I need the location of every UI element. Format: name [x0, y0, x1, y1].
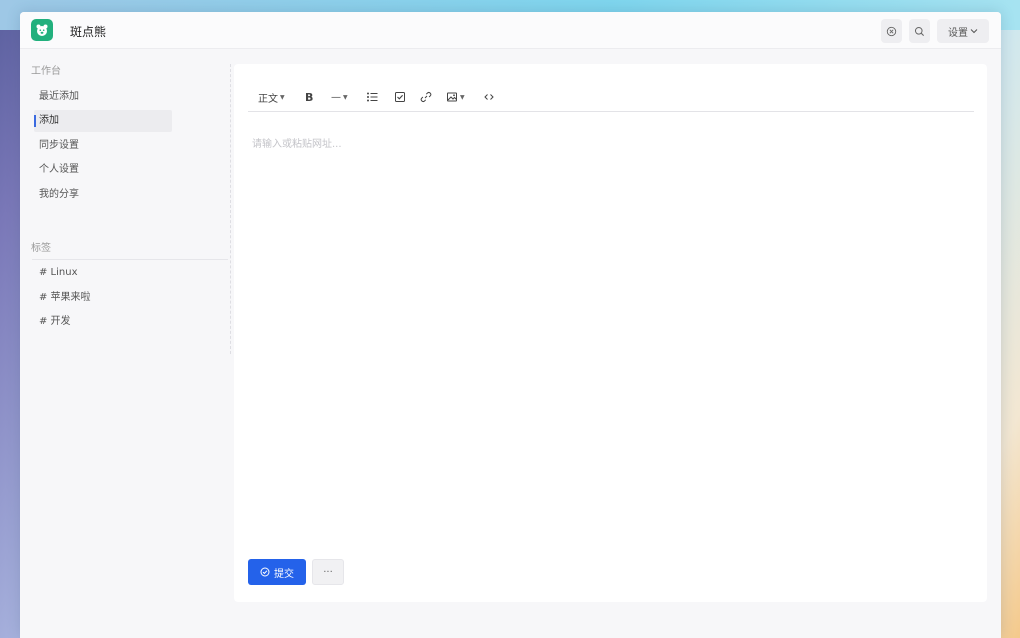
divider-dropdown[interactable]: — ▼ — [331, 87, 348, 107]
settings-label: 设置 — [948, 27, 968, 39]
sidebar-item-add[interactable]: 添加 — [34, 110, 172, 132]
sidebar-item-personal-settings[interactable]: 个人设置 — [34, 159, 172, 181]
paragraph-style-dropdown[interactable]: 正文 ▼ — [258, 87, 285, 107]
submit-label: 提交 — [274, 568, 294, 580]
bullet-list-icon — [367, 92, 378, 102]
sidebar: 工作台 最近添加 添加 同步设置 个人设置 我的分享 标签 # Linux # … — [20, 49, 230, 349]
divider-label: — — [331, 91, 341, 103]
tags-section-title: 标签 — [31, 243, 51, 254]
tag-item-apple[interactable]: # 苹果来啦 — [34, 287, 172, 309]
link-button[interactable] — [420, 87, 432, 107]
editor-panel: 正文 ▼ B — ▼ ▼ 请输入或粘贴网址... 提交 ··· — [234, 64, 987, 602]
search-button[interactable] — [909, 19, 930, 43]
bullet-list-button[interactable] — [366, 87, 378, 107]
url-input-placeholder[interactable]: 请输入或粘贴网址... — [252, 135, 342, 150]
sidebar-separator — [230, 64, 231, 354]
bold-button[interactable]: B — [305, 87, 313, 107]
search-icon — [914, 26, 925, 36]
tag-item-dev[interactable]: # 开发 — [34, 311, 172, 333]
checkbox-icon — [395, 92, 405, 102]
caret-down-icon: ▼ — [343, 93, 348, 101]
caret-down-icon: ▼ — [280, 93, 285, 101]
sidebar-item-my-shares[interactable]: 我的分享 — [34, 184, 172, 206]
close-circle-icon — [886, 26, 897, 36]
checklist-button[interactable] — [394, 87, 406, 107]
editor-toolbar: 正文 ▼ B — ▼ ▼ — [248, 84, 974, 112]
image-dropdown[interactable]: ▼ — [446, 87, 465, 107]
sidebar-item-recent[interactable]: 最近添加 — [34, 86, 172, 108]
caret-down-icon: ▼ — [460, 93, 465, 101]
image-icon — [447, 92, 457, 102]
top-bar: 斑点熊 设置 — [20, 12, 1001, 49]
code-icon — [484, 94, 494, 100]
bear-logo-icon[interactable] — [31, 19, 53, 41]
link-icon — [420, 92, 432, 102]
sidebar-divider — [32, 259, 228, 260]
close-button[interactable] — [881, 19, 902, 43]
paragraph-style-label: 正文 — [258, 93, 278, 105]
app-title: 斑点熊 — [70, 25, 107, 39]
submit-button[interactable]: 提交 — [248, 559, 306, 585]
sidebar-item-sync-settings[interactable]: 同步设置 — [34, 135, 172, 157]
more-options-button[interactable]: ··· — [312, 559, 344, 585]
settings-button[interactable]: 设置 — [937, 19, 989, 43]
tag-item-linux[interactable]: # Linux — [34, 262, 172, 284]
app-window: 斑点熊 设置 工作台 最近添加 添加 同步设置 个人设置 我的分享 标签 # L… — [20, 12, 1001, 638]
check-circle-icon — [260, 567, 270, 577]
code-button[interactable] — [483, 87, 495, 107]
chevron-down-icon — [970, 29, 978, 34]
workspace-section-title: 工作台 — [31, 66, 61, 77]
